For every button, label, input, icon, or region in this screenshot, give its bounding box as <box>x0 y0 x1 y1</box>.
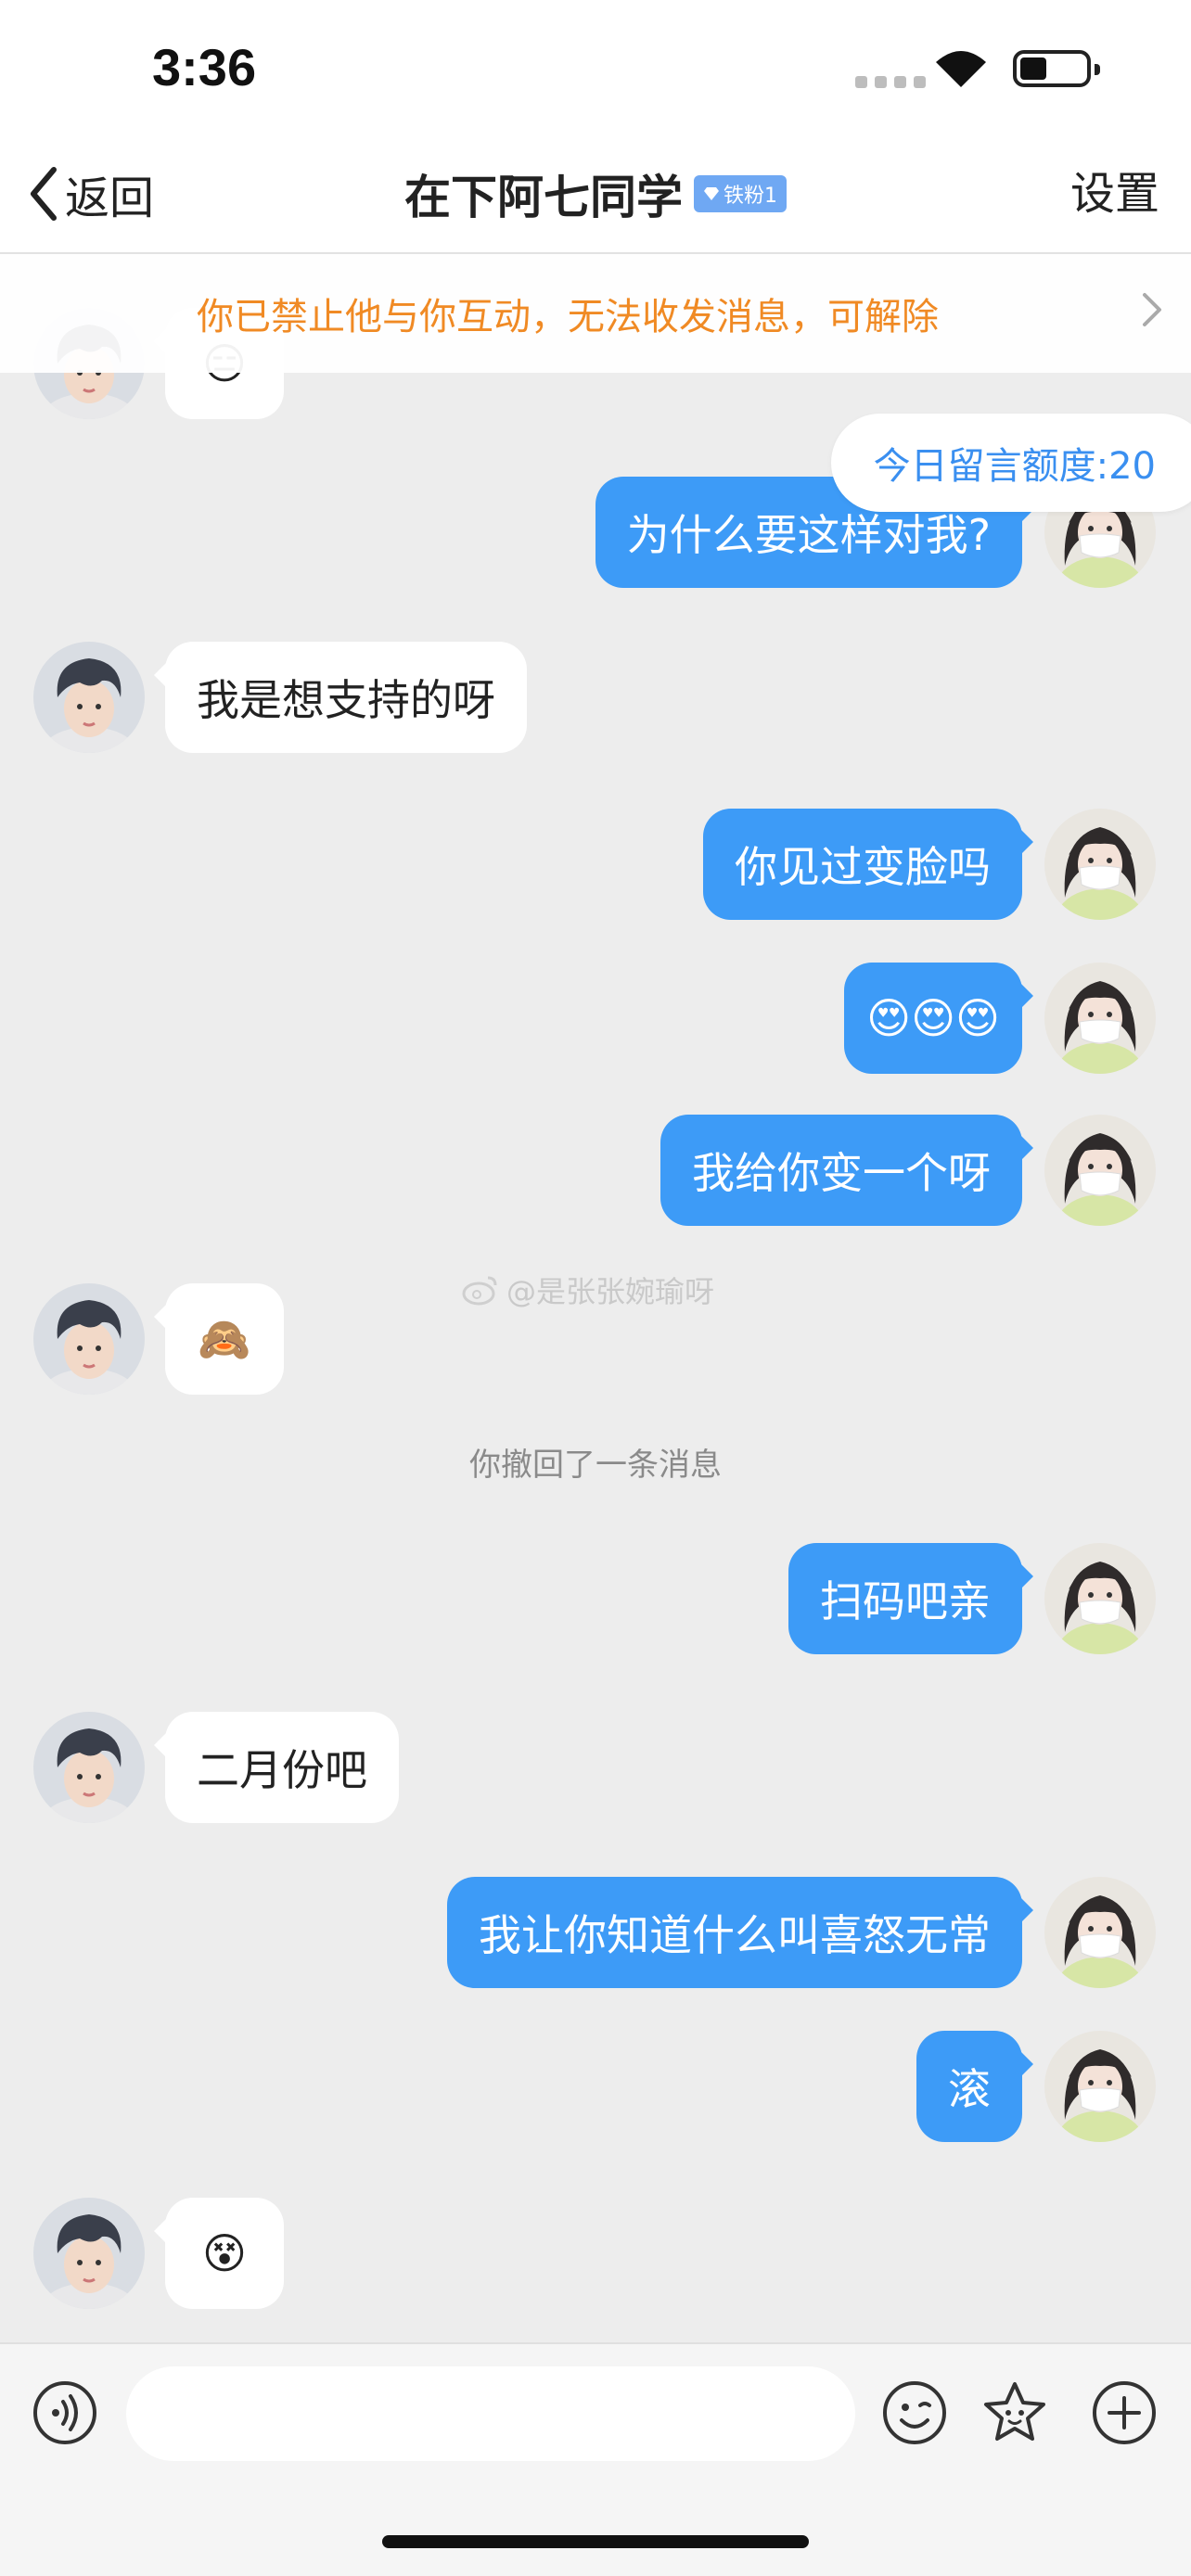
navigation-bar: 返回 在下阿七同学 铁粉1 设置 <box>0 139 1191 254</box>
emoji-message: 😍😍😍 <box>866 993 1000 1043</box>
message-text: 我让你知道什么叫喜怒无常 <box>479 1910 991 1960</box>
chevron-right-icon <box>1143 293 1161 326</box>
contact-name: 在下阿七同学 <box>404 171 683 224</box>
plus-icon[interactable] <box>1091 2379 1158 2446</box>
message-text: 扫码吧亲 <box>820 1576 991 1626</box>
weibo-logo-icon <box>462 1276 497 1306</box>
message-bubble-sent: 扫码吧亲 <box>788 1543 1033 1654</box>
watermark-text: @是张张婉瑜呀 <box>506 1274 715 1309</box>
settings-button[interactable]: 设置 <box>1070 161 1159 226</box>
message-bubble-sent: 😍😍😍 <box>844 963 1033 1074</box>
blocked-notice-banner[interactable]: 你已禁止他与你互动，无法收发消息，可解除 <box>0 254 1191 373</box>
status-time: 3:36 <box>152 38 257 96</box>
voice-icon[interactable] <box>32 2379 98 2446</box>
message-quota-text: 今日留言额度:20 <box>873 445 1156 488</box>
my-avatar[interactable] <box>1044 809 1156 920</box>
message-quota-badge: 今日留言额度:20 <box>830 414 1191 512</box>
my-avatar[interactable] <box>1044 2031 1156 2142</box>
recall-notice: 你撤回了一条消息 <box>469 1447 722 1484</box>
message-bubble-sent: 滚 <box>916 2031 1033 2142</box>
message-text: 我给你变一个呀 <box>692 1148 991 1198</box>
message-text: 我是想支持的呀 <box>197 675 495 725</box>
wifi-icon <box>936 51 986 87</box>
my-avatar[interactable] <box>1044 1877 1156 1988</box>
blocked-notice-text: 你已禁止他与你互动，无法收发消息，可解除 <box>197 296 939 338</box>
my-avatar[interactable] <box>1044 1543 1156 1654</box>
message-text: 二月份吧 <box>197 1745 367 1795</box>
cellular-signal-icon <box>855 76 926 88</box>
my-avatar[interactable] <box>1044 1115 1156 1226</box>
message-bubble-sent: 我让你知道什么叫喜怒无常 <box>447 1877 1033 1988</box>
message-input[interactable] <box>126 2366 855 2461</box>
message-bubble-sent: 你见过变脸吗 <box>703 809 1033 920</box>
message-bubble-sent: 我给你变一个呀 <box>660 1115 1033 1226</box>
battery-icon <box>1013 50 1100 87</box>
emoji-message: 🙈 <box>198 1313 251 1364</box>
my-avatar[interactable] <box>1044 963 1156 1074</box>
emoji-message: 😵 <box>202 2228 247 2278</box>
chat-title: 在下阿七同学 铁粉1 <box>0 161 1191 226</box>
message-bubble-received: 🙈 <box>154 1283 284 1395</box>
fan-badge: 铁粉1 <box>694 175 787 212</box>
status-bar: 3:36 <box>0 0 1191 139</box>
message-text: 你见过变脸吗 <box>735 842 991 892</box>
smiley-icon[interactable] <box>881 2379 948 2446</box>
fan-badge-label: 铁粉1 <box>724 185 777 208</box>
diamond-icon <box>704 187 719 200</box>
contact-avatar[interactable] <box>33 1712 145 1823</box>
home-indicator[interactable] <box>382 2535 809 2548</box>
star-face-icon[interactable] <box>981 2379 1048 2446</box>
contact-avatar[interactable] <box>33 642 145 753</box>
contact-avatar[interactable] <box>33 1283 145 1395</box>
contact-avatar[interactable] <box>33 2198 145 2309</box>
watermark: @是张张婉瑜呀 <box>462 1269 714 1311</box>
message-bubble-received: 二月份吧 <box>154 1712 399 1823</box>
message-bubble-received: 我是想支持的呀 <box>154 642 527 753</box>
message-bubble-received: 😵 <box>154 2198 284 2309</box>
message-text: 滚 <box>948 2064 991 2114</box>
